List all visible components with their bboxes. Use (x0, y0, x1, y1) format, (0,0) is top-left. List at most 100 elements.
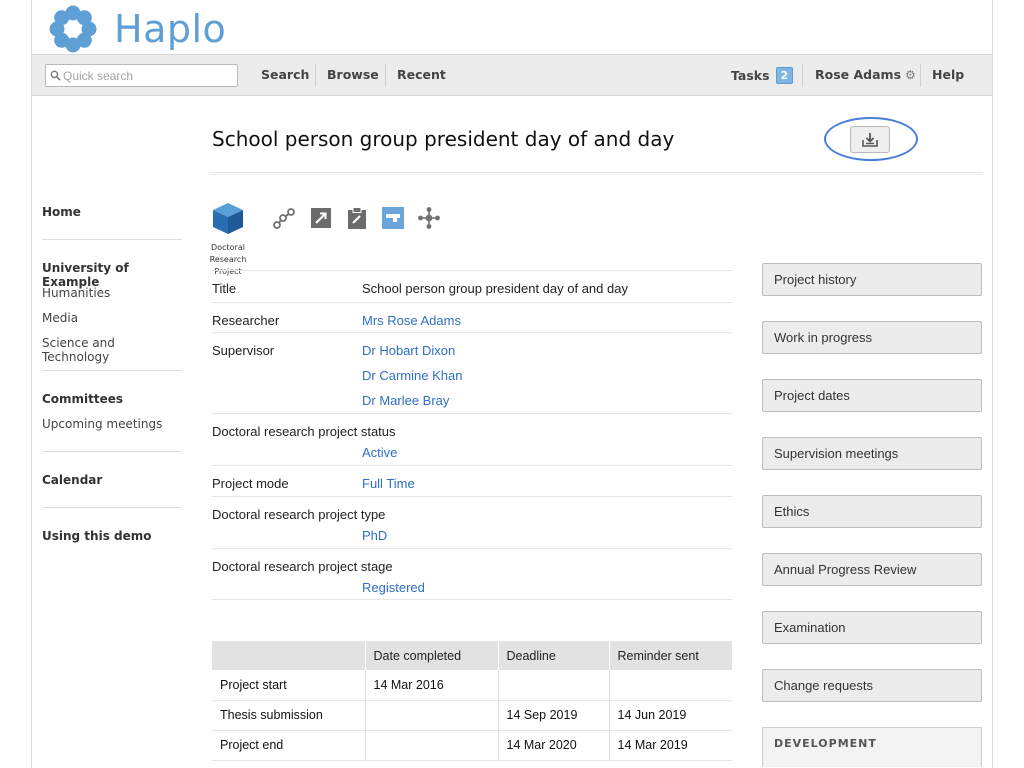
sidebar-divider (42, 370, 182, 371)
field-label: Title (212, 281, 237, 296)
status-link[interactable]: Active (362, 445, 397, 460)
field-label: Supervisor (212, 343, 275, 358)
type-badge: Doctoral Research Project (208, 201, 248, 278)
development-heading: DEVELOPMENT (762, 727, 982, 767)
nav-divider (315, 64, 316, 87)
table-header: Deadline (497, 641, 609, 670)
sidebar-item-media[interactable]: Media (42, 311, 78, 325)
project-dates-table: Date completed Deadline Reminder sent Pr… (212, 641, 732, 761)
sidebar-item-calendar[interactable]: Calendar (42, 473, 102, 487)
researcher-link[interactable]: Mrs Rose Adams (362, 313, 461, 328)
table-cell (364, 730, 498, 761)
tasks-count-badge: 2 (775, 67, 794, 84)
table-cell: Project start (212, 670, 365, 701)
table-header: Date completed (364, 641, 498, 670)
supervisor-link[interactable]: Dr Marlee Bray (362, 393, 449, 408)
attribute-list: Title School person group president day … (212, 270, 732, 600)
sidebar-item-committees[interactable]: Committees (42, 392, 123, 406)
app-frame: Haplo Search Browse Recent Tasks 2 Rose A… (31, 0, 993, 768)
field-title: Title School person group president day … (212, 270, 732, 302)
table-cell: 14 Mar 2020 (497, 730, 609, 761)
table-cell: 14 Mar 2019 (608, 730, 732, 761)
field-label: Doctoral research project status (212, 424, 396, 439)
nav-search[interactable]: Search (261, 67, 309, 82)
ethics-button[interactable]: Ethics (762, 495, 982, 528)
examination-button[interactable]: Examination (762, 611, 982, 644)
nav-divider (802, 64, 803, 87)
table-cell: Thesis submission (212, 700, 365, 731)
export-icon (862, 132, 878, 147)
field-label: Doctoral research project stage (212, 559, 393, 574)
sidebar-item-home[interactable]: Home (42, 205, 81, 219)
table-row: Project end 14 Mar 2020 14 Mar 2019 (212, 730, 732, 761)
table-cell (497, 670, 609, 701)
change-requests-button[interactable]: Change requests (762, 669, 982, 702)
table-header: Reminder sent (608, 641, 732, 670)
sidebar-item-science-technology[interactable]: Science and Technology (42, 336, 182, 364)
project-dates-button[interactable]: Project dates (762, 379, 982, 412)
table-cell: 14 Jun 2019 (608, 700, 732, 731)
field-type: Doctoral research project type PhD (212, 496, 732, 548)
field-value: School person group president day of and… (362, 281, 628, 296)
sidebar-item-upcoming-meetings[interactable]: Upcoming meetings (42, 417, 162, 431)
nav-browse[interactable]: Browse (327, 67, 379, 82)
table-cell: 14 Mar 2016 (364, 670, 498, 701)
table-header-row: Date completed Deadline Reminder sent (212, 641, 732, 670)
supervision-meetings-button[interactable]: Supervision meetings (762, 437, 982, 470)
field-mode: Project mode Full Time (212, 465, 732, 496)
title-divider (212, 172, 982, 175)
brand-name: Haplo (114, 7, 227, 51)
table-cell (364, 700, 498, 731)
field-label: Researcher (212, 313, 280, 328)
tasks-label: Tasks (731, 68, 770, 83)
nav-tasks[interactable]: Tasks 2 (731, 67, 794, 84)
sidebar-divider (42, 239, 182, 240)
clipboard-icon[interactable] (345, 206, 369, 230)
nav-help[interactable]: Help (932, 67, 964, 82)
brand[interactable]: Haplo (48, 4, 226, 54)
export-button[interactable] (850, 126, 890, 153)
top-navbar: Search Browse Recent Tasks2 Rose Adams⚙ … (32, 54, 992, 96)
supervisor-link[interactable]: Dr Carmine Khan (362, 368, 462, 383)
sidebar-divider (42, 451, 182, 452)
table-row: Project start 14 Mar 2016 (212, 670, 732, 701)
stage-link[interactable]: Registered (362, 580, 425, 595)
user-name: Rose Adams (815, 67, 902, 82)
table-cell: 14 Sep 2019 (497, 700, 609, 731)
nav-divider (385, 64, 386, 87)
sidebar-item-humanities[interactable]: Humanities (42, 286, 110, 300)
page-title: School person group president day of and… (212, 127, 675, 151)
nav-recent[interactable]: Recent (397, 67, 446, 82)
nav-user[interactable]: Rose Adams ⚙ (815, 67, 916, 82)
field-label: Doctoral research project type (212, 507, 386, 522)
sidebar-divider (42, 507, 182, 508)
gear-icon[interactable]: ⚙ (905, 68, 916, 82)
doctoral-research-project-icon (213, 203, 243, 234)
mode-link[interactable]: Full Time (362, 476, 415, 491)
field-researcher: Researcher Mrs Rose Adams (212, 302, 732, 332)
annual-progress-review-button[interactable]: Annual Progress Review (762, 553, 982, 586)
quick-search-box[interactable] (45, 64, 238, 87)
edit-arrow-icon[interactable] (309, 206, 333, 230)
workflow-icon[interactable] (272, 206, 296, 230)
type-label-line: Doctoral (211, 243, 245, 252)
project-history-button[interactable]: Project history (762, 263, 982, 296)
sidebar-item-university[interactable]: University of Example (42, 261, 182, 289)
table-row: Thesis submission 14 Sep 2019 14 Jun 201… (212, 700, 732, 731)
field-stage: Doctoral research project stage Register… (212, 548, 732, 600)
nav-divider (920, 64, 921, 87)
supervisor-link[interactable]: Dr Hobart Dixon (362, 343, 455, 358)
work-in-progress-button[interactable]: Work in progress (762, 321, 982, 354)
table-cell (608, 670, 732, 701)
field-status: Doctoral research project status Active (212, 413, 732, 465)
table-header (212, 641, 365, 670)
type-link[interactable]: PhD (362, 528, 387, 543)
network-icon[interactable] (417, 206, 441, 230)
sidebar-item-using-demo[interactable]: Using this demo (42, 529, 152, 543)
table-cell: Project end (212, 730, 365, 761)
haplo-logo-icon (49, 5, 97, 53)
card-icon[interactable] (381, 206, 405, 230)
search-icon (50, 70, 61, 81)
field-supervisor: Supervisor Dr Hobart Dixon Dr Carmine Kh… (212, 332, 732, 413)
quick-search-input[interactable] (63, 68, 233, 83)
